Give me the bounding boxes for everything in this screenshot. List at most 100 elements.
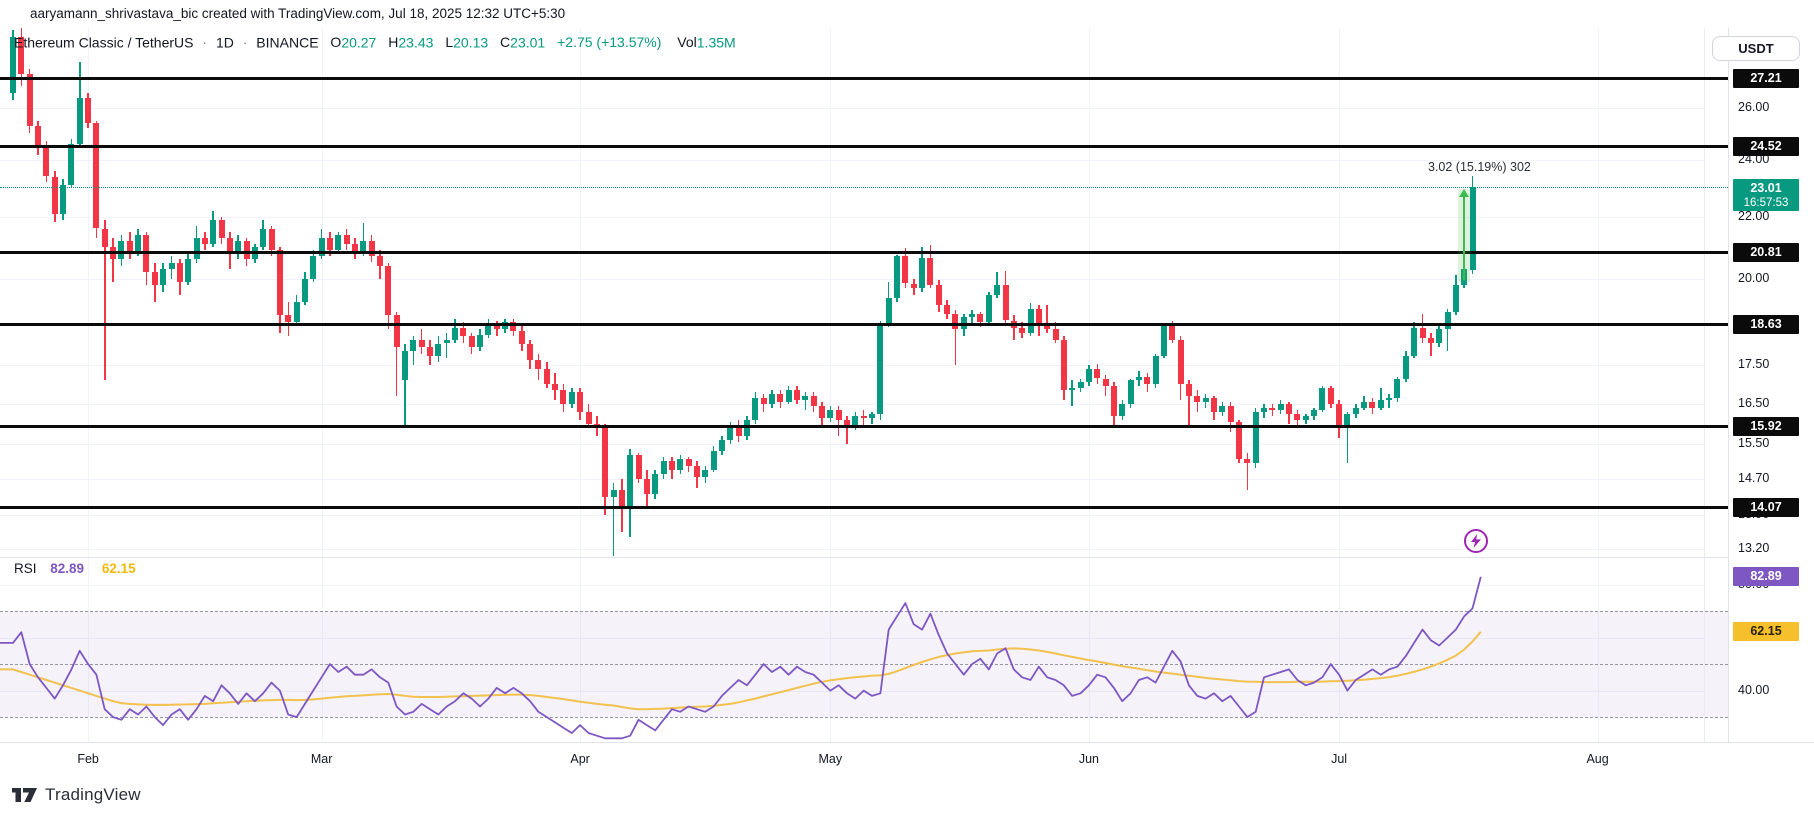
- open-value: 20.27: [341, 34, 376, 50]
- candle-body: [544, 369, 550, 384]
- candle-body: [1278, 404, 1284, 410]
- candle-body: [886, 298, 892, 324]
- price-tick-label: 20.00: [1738, 271, 1769, 285]
- candle-body: [1420, 328, 1426, 339]
- candle-body: [919, 258, 925, 289]
- candle-body: [1136, 377, 1142, 381]
- level-price-badge: 14.07: [1733, 498, 1799, 517]
- interval-label[interactable]: 1D: [216, 34, 234, 50]
- price-level-line[interactable]: [0, 425, 1728, 428]
- candle-body: [1319, 388, 1325, 410]
- price-gridline: [0, 515, 1704, 516]
- month-label-may[interactable]: May: [818, 752, 842, 766]
- candle-body: [452, 328, 458, 340]
- candle-wick: [805, 392, 807, 410]
- candle-body: [460, 328, 466, 337]
- high-letter: H: [388, 34, 398, 50]
- candle-body: [427, 347, 433, 356]
- candle-body: [669, 461, 675, 470]
- currency-button[interactable]: USDT: [1712, 36, 1800, 61]
- candle-wick: [1388, 394, 1390, 408]
- candle-wick: [1071, 380, 1073, 405]
- current-price-value: 23.01: [1733, 180, 1799, 196]
- pane-separator[interactable]: [0, 557, 1728, 558]
- candle-body: [1169, 326, 1175, 340]
- rsi-dashed-level: [0, 717, 1728, 718]
- month-label-mar[interactable]: Mar: [311, 752, 333, 766]
- legend-separator: ·: [238, 34, 253, 50]
- price-axis[interactable]: 26.0024.0022.0020.0017.5016.5015.5014.70…: [1728, 28, 1814, 742]
- candle-body: [1361, 402, 1367, 408]
- candle-body: [994, 285, 1000, 295]
- candle-body: [1244, 459, 1250, 463]
- candle-body: [1211, 398, 1217, 412]
- candle-body: [686, 459, 692, 466]
- candle-body: [1328, 388, 1334, 404]
- measure-annotation[interactable]: 3.02 (15.19%) 302: [1428, 160, 1531, 174]
- tradingview-logo-icon: [12, 787, 38, 804]
- candle-body: [1194, 396, 1200, 402]
- price-tick-label: 16.50: [1738, 396, 1769, 410]
- candle-body: [794, 390, 800, 400]
- price-level-line[interactable]: [0, 506, 1728, 509]
- candle-body: [769, 394, 775, 404]
- candle-body: [811, 396, 817, 406]
- tradingview-logo[interactable]: TradingView: [12, 785, 141, 805]
- candle-body: [894, 256, 900, 298]
- candle-body: [1294, 414, 1300, 420]
- rsi-legend[interactable]: RSI 82.89 62.15: [14, 561, 136, 576]
- candle-body: [827, 410, 833, 418]
- open-letter: O: [330, 34, 341, 50]
- price-tick-label: 14.70: [1738, 471, 1769, 485]
- time-axis[interactable]: Feb Mar Apr May Jun Jul Aug: [0, 742, 1814, 777]
- measure-arrow: [1463, 196, 1465, 280]
- price-gridline: [0, 444, 1704, 445]
- price-gridline: [0, 217, 1704, 218]
- candle-body: [877, 324, 883, 414]
- rsi-value-badge: 82.89: [1733, 567, 1799, 586]
- price-level-line[interactable]: [0, 323, 1728, 326]
- candle-body: [177, 263, 183, 282]
- candle-body: [719, 440, 725, 451]
- candle-body: [911, 284, 917, 289]
- candle-body: [1111, 386, 1117, 415]
- candle-body: [902, 256, 908, 283]
- month-label-jun[interactable]: Jun: [1079, 752, 1099, 766]
- candle-wick: [863, 410, 865, 426]
- candle-body: [1369, 402, 1375, 408]
- candle-body: [777, 394, 783, 402]
- candle-body: [1336, 404, 1342, 428]
- candle-body: [627, 455, 633, 508]
- candle-body: [260, 229, 266, 247]
- candle-body: [160, 269, 166, 285]
- candle-body: [93, 123, 99, 228]
- month-label-aug[interactable]: Aug: [1586, 752, 1608, 766]
- candle-body: [60, 185, 66, 214]
- candle-body: [644, 479, 650, 495]
- price-level-line[interactable]: [0, 77, 1728, 80]
- candle-wick: [1430, 333, 1432, 356]
- candle-body: [444, 340, 450, 344]
- candle-wick: [1013, 315, 1015, 340]
- candle-body: [661, 461, 667, 474]
- symbol-title[interactable]: Ethereum Classic / TetherUS: [14, 34, 193, 50]
- flash-icon[interactable]: [1464, 529, 1488, 553]
- candle-body: [1069, 388, 1075, 390]
- candle-body: [1119, 404, 1125, 416]
- symbol-legend[interactable]: Ethereum Classic / TetherUS · 1D · BINAN…: [14, 33, 736, 53]
- attribution-bar: aaryamann_shrivastava_bic created with T…: [0, 0, 1814, 28]
- candle-body: [711, 451, 717, 470]
- month-label-jul[interactable]: Jul: [1331, 752, 1347, 766]
- candle-body: [586, 412, 592, 424]
- month-label-apr[interactable]: Apr: [570, 752, 589, 766]
- candle-body: [1445, 312, 1451, 329]
- price-level-line[interactable]: [0, 145, 1728, 148]
- candle-body: [1353, 408, 1359, 414]
- candle-body: [335, 235, 341, 250]
- candle-body: [1286, 404, 1292, 414]
- candle-body: [469, 336, 475, 347]
- month-label-feb[interactable]: Feb: [77, 752, 99, 766]
- candle-body: [85, 98, 91, 123]
- candle-body: [1186, 384, 1192, 396]
- rsi-label[interactable]: RSI: [14, 561, 37, 576]
